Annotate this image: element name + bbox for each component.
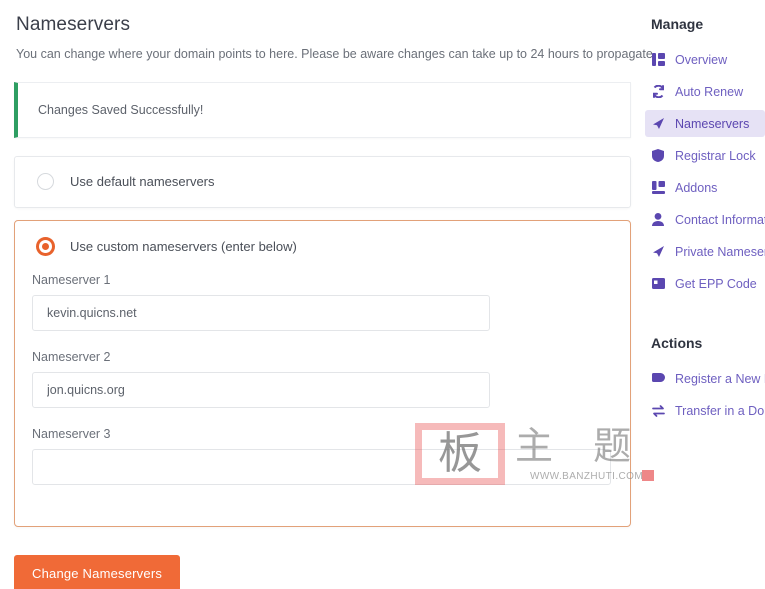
arrow-icon (651, 117, 665, 130)
user-icon (651, 213, 665, 226)
success-alert: Changes Saved Successfully! (14, 81, 631, 138)
sidebar-item-register-new-domain[interactable]: Register a New D (645, 365, 765, 392)
sidebar-item-nameservers-label: Nameservers (675, 116, 750, 131)
sidebar-item-auto-renew[interactable]: Auto Renew (645, 78, 765, 105)
sidebar-item-transfer-in-domain[interactable]: Transfer in a Dom (645, 397, 765, 424)
radio-custom-nameservers[interactable] (37, 238, 54, 255)
flag-icon (651, 373, 665, 384)
nameserver-1-group: Nameserver 1 (32, 273, 613, 331)
nameserver-fields: Nameserver 1 Nameserver 2 Nameserver 3 (15, 273, 630, 485)
sidebar-heading-manage: Manage (651, 16, 704, 32)
option-default-nameservers[interactable]: Use default nameservers (14, 155, 631, 208)
card-icon (651, 278, 665, 289)
sidebar-item-registrar-lock[interactable]: Registrar Lock (645, 142, 765, 169)
sidebar-heading-actions: Actions (651, 335, 703, 351)
nameserver-1-label: Nameserver 1 (32, 272, 111, 287)
transfer-icon (651, 404, 665, 417)
alert-message: Changes Saved Successfully! (38, 102, 204, 117)
nameserver-1-input[interactable] (32, 294, 490, 331)
sidebar-item-auto-renew-label: Auto Renew (675, 84, 744, 99)
nameserver-2-input[interactable] (32, 371, 490, 408)
layers-icon (651, 181, 665, 194)
sidebar-item-registrar-lock-label: Registrar Lock (675, 148, 756, 163)
sidebar-item-overview[interactable]: Overview (645, 46, 765, 73)
page-description: You can change where your domain points … (16, 47, 657, 61)
sidebar-item-get-epp-code[interactable]: Get EPP Code (645, 270, 765, 297)
grid-icon (651, 53, 665, 66)
sidebar-item-register-new-domain-label: Register a New D (675, 371, 765, 386)
sidebar-item-transfer-in-domain-label: Transfer in a Dom (675, 403, 765, 418)
sidebar-item-private-nameservers-label: Private Nameserv (675, 244, 765, 259)
sidebar: Manage Overview Auto Renew Nameservers R… (645, 0, 765, 589)
radio-default-nameservers[interactable] (37, 173, 54, 190)
nameserver-3-group: Nameserver 3 (32, 427, 613, 485)
sidebar-item-contact-information[interactable]: Contact Informat (645, 206, 765, 233)
nameserver-2-label: Nameserver 2 (32, 349, 111, 364)
sidebar-item-addons[interactable]: Addons (645, 174, 765, 201)
sidebar-item-private-nameservers[interactable]: Private Nameserv (645, 238, 765, 265)
page-title: Nameservers (16, 14, 131, 35)
change-nameservers-button[interactable]: Change Nameservers (14, 554, 181, 589)
nameserver-3-label: Nameserver 3 (32, 426, 111, 441)
sidebar-item-nameservers[interactable]: Nameservers (645, 110, 765, 137)
sidebar-item-get-epp-code-label: Get EPP Code (675, 276, 757, 291)
refresh-icon (651, 85, 665, 98)
page-root: Nameservers You can change where your do… (0, 0, 765, 589)
sidebar-item-contact-information-label: Contact Informat (675, 212, 765, 227)
option-custom-nameservers-panel: Use custom nameservers (enter below) Nam… (14, 219, 631, 527)
arrow-icon (651, 245, 665, 258)
main-content: Nameservers You can change where your do… (0, 0, 657, 589)
sidebar-item-addons-label: Addons (675, 180, 718, 195)
option-default-label: Use default nameservers (70, 174, 215, 189)
shield-icon (651, 149, 665, 162)
option-custom-label: Use custom nameservers (enter below) (70, 239, 297, 254)
sidebar-item-overview-label: Overview (675, 52, 728, 67)
nameserver-3-input[interactable] (32, 448, 611, 485)
option-custom-header[interactable]: Use custom nameservers (enter below) (15, 221, 630, 273)
nameserver-2-group: Nameserver 2 (32, 350, 613, 408)
